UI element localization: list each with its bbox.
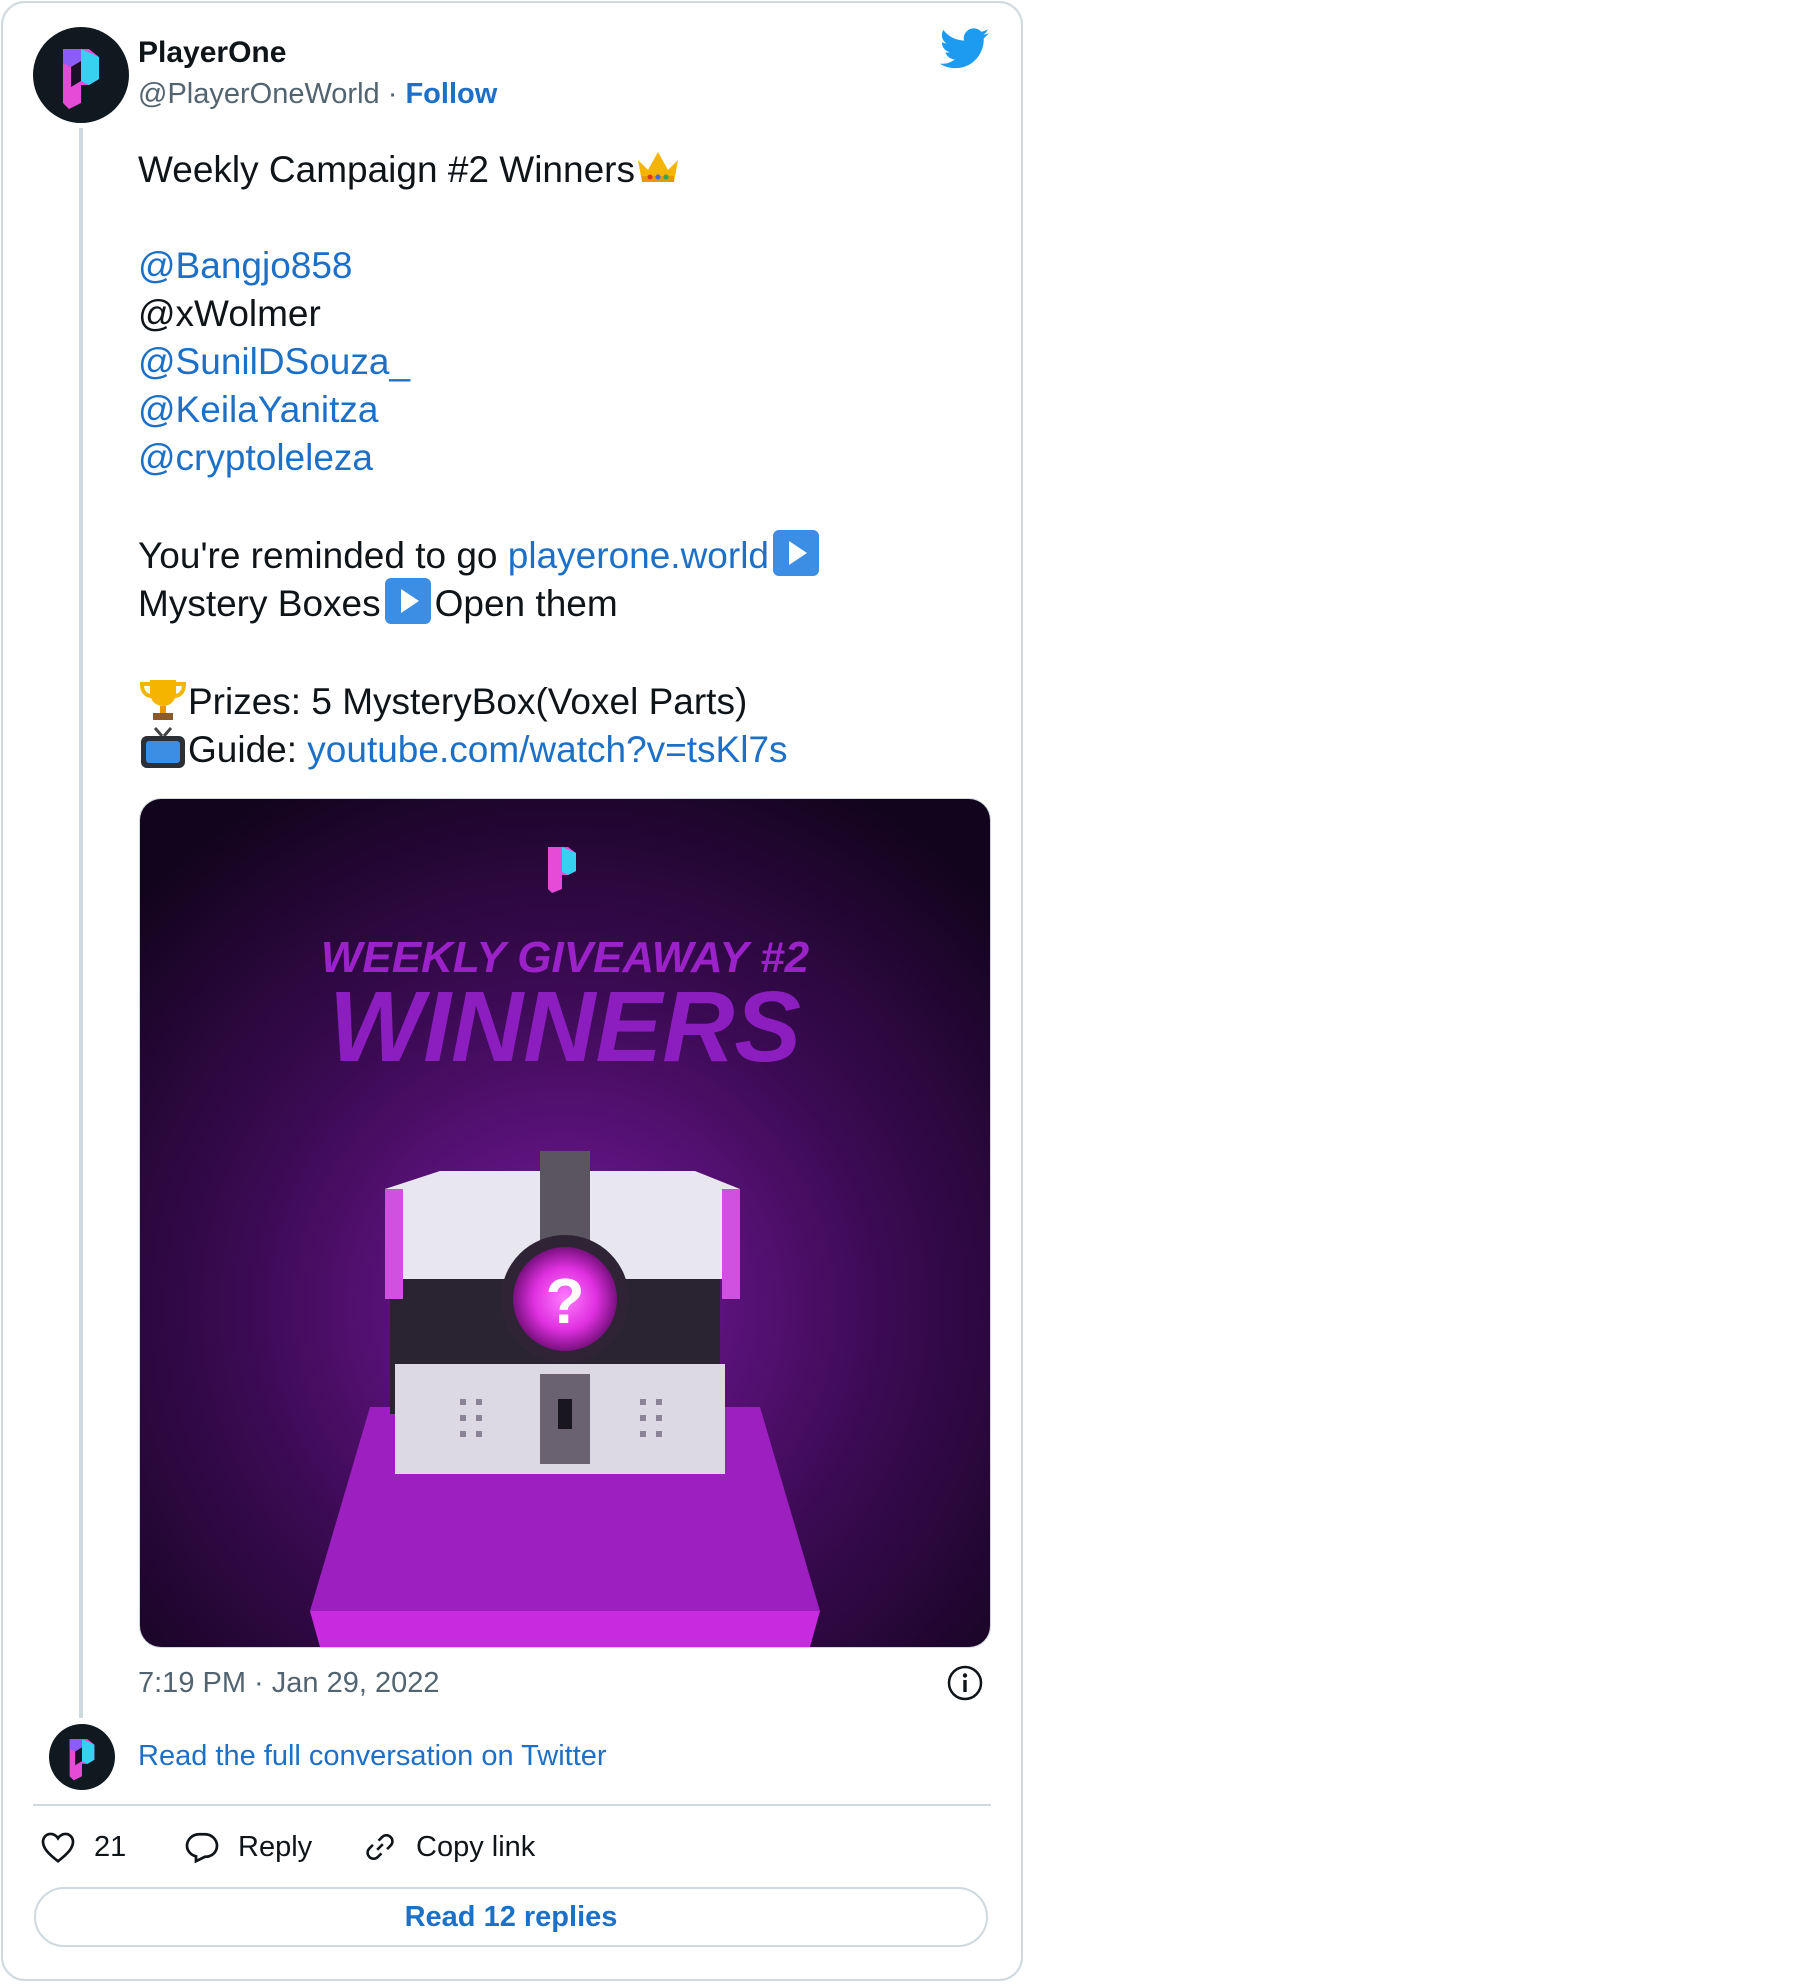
trophy-icon [139, 680, 187, 720]
heart-icon [41, 1832, 75, 1863]
follow-button[interactable]: Follow [405, 78, 497, 110]
conversation-avatar[interactable] [49, 1724, 115, 1790]
television-icon [141, 727, 185, 768]
play-button-icon [773, 530, 820, 576]
link-icon [366, 1834, 394, 1860]
reply-button[interactable]: Reply [184, 1824, 312, 1870]
author-avatar[interactable] [33, 27, 129, 123]
thread-line [79, 128, 83, 1718]
mention-link[interactable]: @KeilaYanitza [138, 386, 379, 434]
author-handle[interactable]: @PlayerOneWorld [138, 78, 380, 110]
crown-icon [637, 152, 678, 182]
tweet-media-image[interactable]: WEEKLY GIVEAWAY #2 WINNERS ? [139, 798, 991, 1648]
mention-link[interactable]: @SunilDSouza_ [138, 338, 410, 386]
guide-line: Guide: youtube.com/watch?v=tsKl7s [138, 724, 788, 774]
mention-link[interactable]: @Bangjo858 [138, 242, 353, 290]
like-count: 21 [94, 1830, 127, 1863]
media-title-line2: WINNERS [329, 971, 801, 1083]
mention-link[interactable]: @cryptoleleza [138, 434, 373, 482]
playerone-link[interactable]: playerone.world [508, 535, 769, 576]
play-button-icon [384, 578, 431, 624]
read-replies-button[interactable]: Read 12 replies [34, 1887, 988, 1947]
read-conversation-link[interactable]: Read the full conversation on Twitter [138, 1740, 607, 1773]
reply-label: Reply [238, 1830, 313, 1863]
copy-link-label: Copy link [416, 1830, 536, 1863]
prizes-line: Prizes: 5 MysteryBox(Voxel Parts) [138, 676, 747, 726]
author-handle-row: @PlayerOneWorld · Follow [138, 78, 497, 111]
tweet-timestamp[interactable]: 7:19 PM · Jan 29, 2022 [138, 1667, 439, 1700]
reminder-line-2: Mystery Boxes Open them [138, 578, 618, 628]
reply-icon [185, 1832, 219, 1864]
mystery-box-illustration: ? [385, 1151, 740, 1474]
twitter-logo-icon[interactable] [940, 28, 990, 70]
separator: · [387, 78, 398, 110]
svg-text:?: ? [545, 1265, 584, 1337]
tweet-line-title: Weekly Campaign #2 Winners [138, 146, 681, 194]
divider [33, 1804, 991, 1806]
author-name[interactable]: PlayerOne [138, 36, 286, 70]
like-button[interactable]: 21 [40, 1824, 126, 1870]
mention-text: @xWolmer [138, 293, 321, 334]
reminder-line-1: You're reminded to go playerone.world [138, 530, 823, 580]
info-icon[interactable] [946, 1664, 984, 1702]
copy-link-button[interactable]: Copy link [362, 1824, 535, 1870]
youtube-link[interactable]: youtube.com/watch?v=tsKl7s [307, 729, 787, 770]
